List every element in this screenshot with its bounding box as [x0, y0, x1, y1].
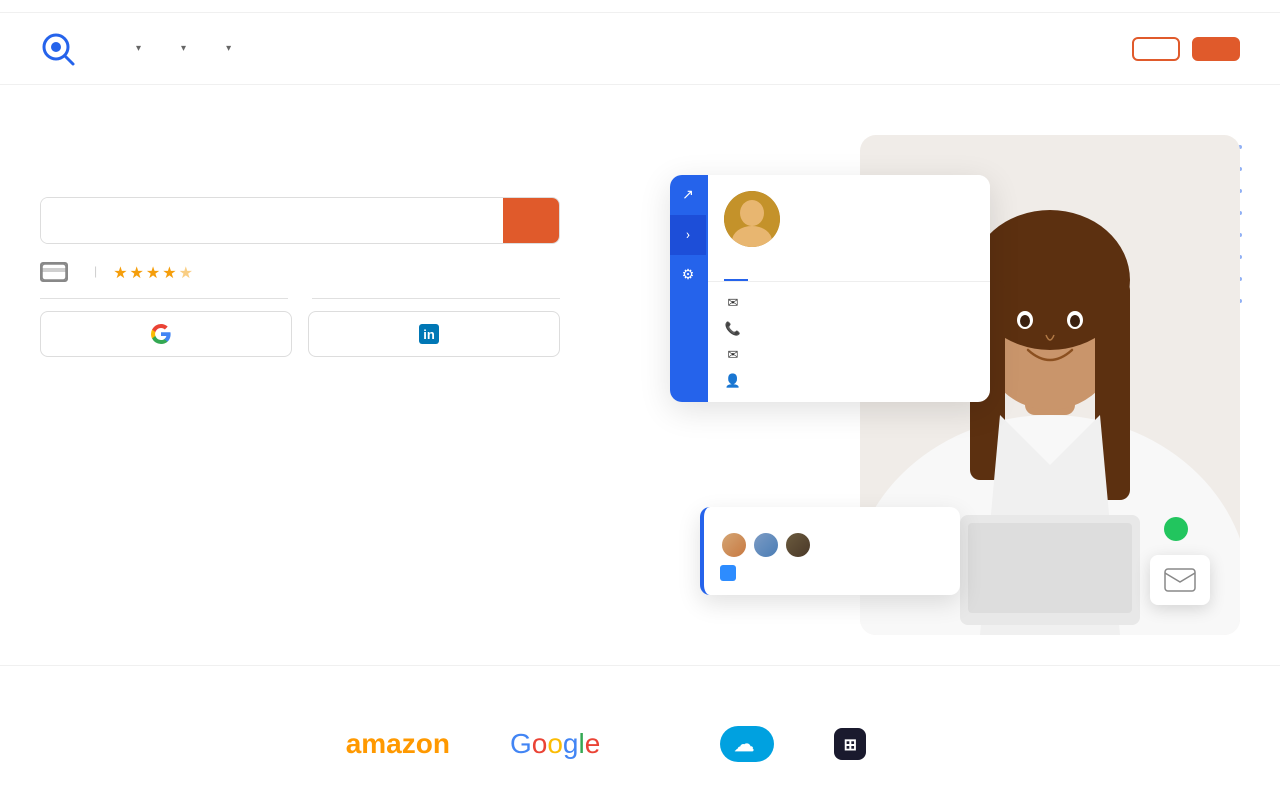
google-signup-button[interactable] — [40, 311, 292, 357]
profile-avatar — [724, 191, 780, 247]
logo-icon — [40, 31, 76, 67]
meeting-zoom — [720, 565, 944, 581]
top-bar — [0, 0, 1280, 13]
or-divider — [40, 298, 560, 299]
trusted-logos: amazon Google ☁ ⊞ — [40, 726, 1240, 762]
email-input[interactable] — [41, 198, 503, 243]
email-form — [40, 197, 560, 244]
linkedin-icon: in — [419, 324, 439, 344]
features-chevron-icon: ▾ — [136, 43, 141, 54]
settings-icon[interactable]: ⚙ — [670, 255, 706, 295]
profile-card: ↗ › ⚙ — [670, 175, 990, 402]
profile-card-content: ✉ 📞 ✉ 👤 — [708, 175, 990, 402]
pricing-nav-item[interactable] — [251, 41, 283, 57]
credit-card-icon — [40, 262, 68, 282]
tab-contacts[interactable] — [748, 263, 772, 281]
demo-button[interactable] — [1132, 37, 1180, 61]
navbar: ▾ ▾ ▾ — [0, 13, 1280, 85]
zoom-icon — [720, 565, 736, 581]
detail-phone1: 📞 — [724, 320, 974, 338]
form-cta-button[interactable] — [503, 198, 559, 243]
chevron-right-icon[interactable]: › — [670, 215, 706, 255]
star-rating: ★ ★ ★ ★ ★ — [113, 263, 193, 282]
person-icon: 👤 — [724, 372, 742, 390]
email-floating — [1150, 555, 1210, 605]
linkedin-signup-button[interactable]: in — [308, 311, 560, 357]
detail-email2: ✉ — [724, 346, 974, 364]
hero-right: const dotsContainer = document.querySele… — [660, 145, 1240, 625]
intercom-icon: ⊞ — [834, 728, 866, 760]
hero-left: | ★ ★ ★ ★ ★ — [40, 145, 620, 371]
meeting-avatar-1 — [720, 531, 748, 559]
logo[interactable] — [40, 31, 84, 67]
email-icon: ✉ — [724, 294, 742, 312]
detail-phone2: 👤 — [724, 372, 974, 390]
meeting-card — [700, 507, 960, 595]
tab-profile[interactable] — [724, 263, 748, 281]
google-logo: Google — [510, 728, 600, 760]
profile-tabs — [708, 263, 990, 282]
email2-icon: ✉ — [724, 346, 742, 364]
salesforce-logo: ☁ — [720, 726, 774, 762]
social-buttons: in — [40, 311, 560, 357]
meeting-avatar-2 — [752, 531, 780, 559]
tab-company[interactable] — [772, 263, 796, 281]
about-nav-item[interactable]: ▾ — [206, 35, 247, 62]
intercom-logo: ⊞ — [834, 728, 874, 760]
meeting-avatar-3 — [784, 531, 812, 559]
nav-links: ▾ ▾ ▾ — [116, 35, 1080, 62]
profile-header — [708, 175, 990, 263]
profile-sidebar: ↗ › ⚙ — [670, 175, 708, 402]
meeting-avatars — [720, 531, 944, 559]
customers-chevron-icon: ▾ — [181, 43, 186, 54]
trust-row: | ★ ★ ★ ★ ★ — [40, 262, 620, 282]
hero-section: | ★ ★ ★ ★ ★ — [0, 85, 1280, 665]
trusted-section: amazon Google ☁ ⊞ — [0, 665, 1280, 794]
google-icon — [151, 324, 171, 344]
features-nav-item[interactable]: ▾ — [116, 35, 157, 62]
notification-badge — [1164, 517, 1188, 541]
trust-separator: | — [94, 265, 97, 280]
external-link-icon[interactable]: ↗ — [670, 175, 706, 215]
nav-started-button[interactable] — [1192, 37, 1240, 61]
email-envelope-icon — [1164, 568, 1196, 592]
phone-icon: 📞 — [724, 320, 742, 338]
customers-nav-item[interactable]: ▾ — [161, 35, 202, 62]
login-button[interactable] — [1080, 39, 1120, 59]
about-chevron-icon: ▾ — [226, 43, 231, 54]
amazon-logo: amazon — [346, 728, 450, 760]
profile-details: ✉ 📞 ✉ 👤 — [708, 282, 990, 402]
nav-right — [1080, 37, 1240, 61]
detail-email1: ✉ — [724, 294, 974, 312]
